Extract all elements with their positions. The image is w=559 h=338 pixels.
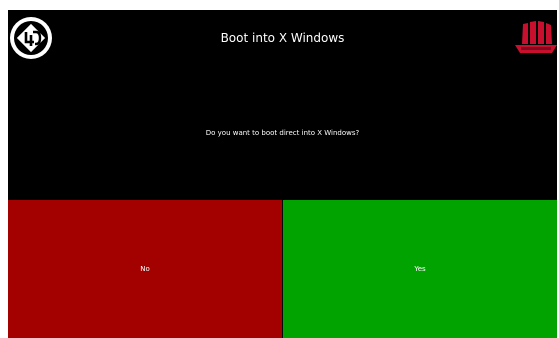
boot-question-text: Do you want to boot direct into X Window… xyxy=(205,129,360,137)
yes-button-label: Yes xyxy=(414,265,426,273)
armadillo-ship-logo-icon xyxy=(515,21,557,53)
yes-button[interactable]: Yes xyxy=(283,200,557,338)
boot-dialog-screen: Boot into X Windows Do you want to boot … xyxy=(8,10,557,338)
header-bar: Boot into X Windows xyxy=(8,10,557,68)
no-button[interactable]: No xyxy=(8,200,282,338)
dialog-title: Boot into X Windows xyxy=(220,31,345,45)
no-button-label: No xyxy=(140,265,150,273)
